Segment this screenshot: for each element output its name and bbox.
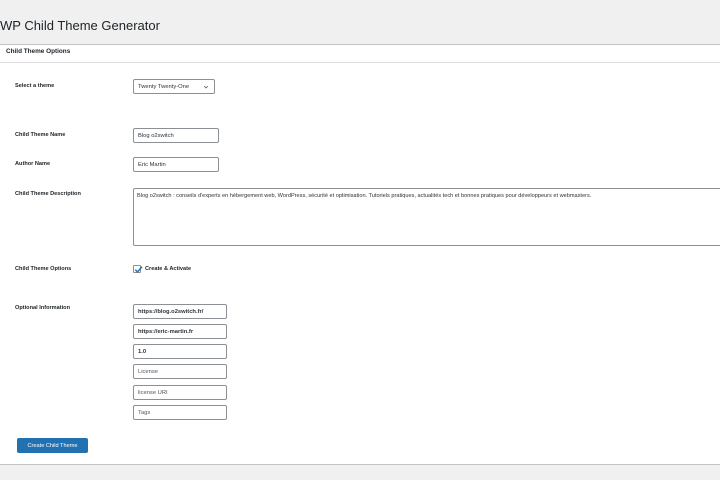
child-theme-options-label: Child Theme Options (15, 266, 72, 272)
create-activate-option[interactable]: Create & Activate (133, 265, 192, 274)
version-input[interactable]: 1.0 (133, 344, 227, 359)
panel-header: Child Theme Options (0, 45, 720, 63)
panel-title: Child Theme Options (6, 48, 71, 55)
theme-uri-input[interactable]: https://blog.o2switch.fr/ (133, 304, 227, 319)
child-theme-name-label: Child Theme Name (15, 132, 66, 138)
license-input[interactable]: License (133, 364, 227, 379)
page-title: WP Child Theme Generator (0, 18, 160, 33)
select-theme-label: Select a theme (15, 83, 55, 89)
tags-input[interactable]: Tags (133, 405, 227, 420)
create-activate-checkbox[interactable] (133, 265, 143, 274)
description-textarea[interactable]: Blog o2switch : conseils d'experts en hé… (133, 188, 720, 246)
theme-select-value: Twenty Twenty-One (138, 83, 190, 90)
chevron-down-icon (202, 83, 210, 91)
optional-information-label: Optional Information (15, 305, 71, 311)
options-panel: Child Theme Options (0, 44, 720, 465)
author-uri-input[interactable]: https://eric-martin.fr (133, 324, 227, 339)
child-theme-name-input[interactable]: Blog o2switch (133, 128, 219, 143)
checkmark-icon (134, 266, 143, 274)
description-label: Child Theme Description (15, 191, 81, 197)
create-child-theme-button[interactable]: Create Child Theme (17, 438, 88, 453)
author-name-input[interactable]: Eric Martin (133, 157, 219, 172)
create-activate-label: Create & Activate (145, 266, 192, 272)
license-uri-input[interactable]: license URI (133, 385, 227, 400)
author-name-label: Author Name (15, 161, 51, 167)
theme-select[interactable]: Twenty Twenty-One (133, 79, 215, 94)
